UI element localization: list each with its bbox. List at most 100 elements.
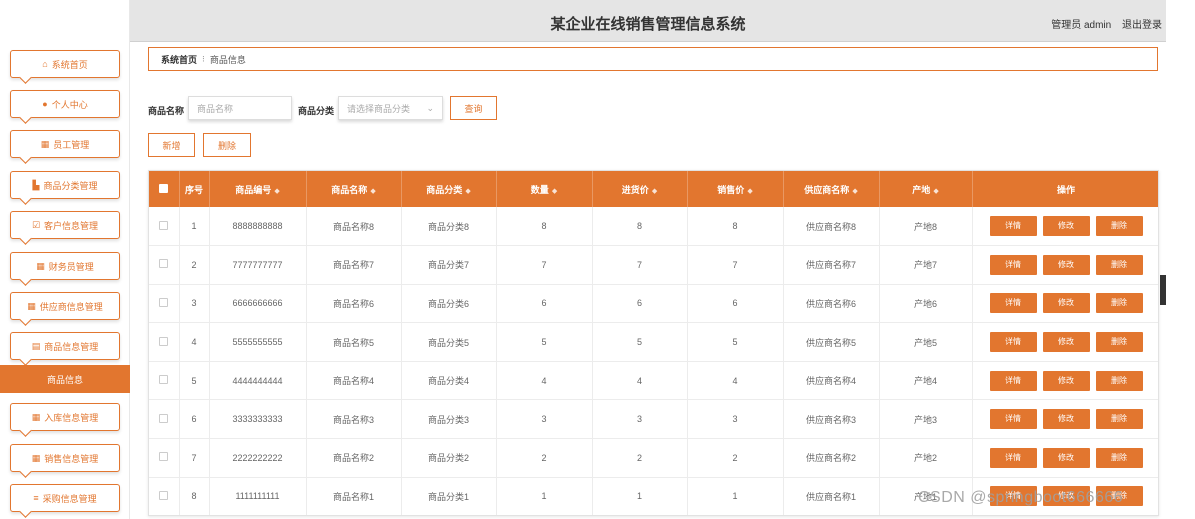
delete-button[interactable]: 删除 [1095, 254, 1143, 275]
sidebar-item-finance[interactable]: ▦ 财务员管理 [10, 252, 120, 280]
edit-button[interactable]: 修改 [1042, 332, 1090, 353]
table-cell: 3 [496, 399, 593, 439]
row-select-cell[interactable] [149, 361, 180, 400]
sidebar-item-employees[interactable]: ▦ 员工管理 [10, 130, 120, 158]
row-checkbox[interactable] [159, 490, 169, 500]
sidebar-item-home[interactable]: ⌂ 系统首页 [10, 50, 120, 78]
detail-button[interactable]: 详情 [989, 254, 1037, 275]
product-name-placeholder: 商品名称 [197, 103, 234, 114]
row-select-cell[interactable] [149, 322, 180, 362]
row-select-cell[interactable] [149, 399, 180, 439]
table-cell: 供应商名称1 [783, 477, 880, 515]
row-checkbox[interactable] [159, 297, 169, 307]
table-cell: 8888888888 [209, 207, 307, 246]
sidebar-item-suppliers[interactable]: ▦ 供应商信息管理 [10, 292, 120, 320]
header-select-all[interactable] [149, 171, 180, 207]
table-cell: 供应商名称5 [783, 322, 880, 362]
row-select-cell[interactable] [149, 284, 180, 323]
column-header[interactable]: 产地 ◆ [879, 171, 973, 207]
row-checkbox[interactable] [159, 220, 169, 230]
sort-icon: ◆ [370, 187, 376, 195]
detail-button[interactable]: 详情 [989, 293, 1037, 314]
delete-button[interactable]: 删除 [1095, 370, 1143, 391]
table-cell: 4 [179, 322, 210, 362]
table-cell: 3 [179, 284, 210, 323]
table-row: 3 6666666666 商品名称6 商品分类6 6 6 6 供应商名称6 产地6 详情 修改 删除 [149, 284, 1158, 323]
sidebar-item-inbound[interactable]: ▦ 入库信息管理 [10, 403, 120, 431]
delete-button[interactable]: 删除 [1095, 447, 1143, 468]
column-header[interactable]: 进货价 ◆ [592, 171, 688, 207]
detail-button[interactable]: 详情 [989, 370, 1037, 391]
delete-button[interactable]: 删除 [1095, 293, 1143, 314]
batch-delete-button-label: 删除 [217, 140, 236, 151]
sidebar-item-label: 财务员管理 [48, 261, 94, 272]
delete-button[interactable]: 删除 [1095, 216, 1143, 237]
detail-button[interactable]: 详情 [989, 332, 1037, 353]
column-header[interactable]: 商品名称 ◆ [306, 171, 402, 207]
breadcrumb-separator-icon: ⁝ [202, 53, 205, 64]
table-cell: 供应商名称4 [783, 361, 880, 400]
row-select-cell[interactable] [149, 438, 180, 478]
product-name-input[interactable]: 商品名称 [188, 96, 292, 120]
query-button-label: 查询 [464, 103, 483, 114]
table-cell: 产地7 [879, 245, 973, 285]
edit-button[interactable]: 修改 [1042, 293, 1090, 314]
column-header[interactable]: 销售价 ◆ [687, 171, 784, 207]
row-checkbox[interactable] [159, 375, 169, 385]
delete-button[interactable]: 删除 [1095, 409, 1143, 430]
row-checkbox[interactable] [159, 452, 169, 462]
edit-button[interactable]: 修改 [1042, 370, 1090, 391]
sidebar-item-categories[interactable]: ▙ 商品分类管理 [10, 171, 120, 199]
batch-delete-button[interactable]: 删除 [203, 133, 251, 157]
row-checkbox[interactable] [159, 413, 169, 423]
sidebar-item-label: 个人中心 [51, 99, 88, 110]
row-select-cell[interactable] [149, 245, 180, 285]
detail-button[interactable]: 详情 [989, 216, 1037, 237]
current-user: 管理员 admin [1051, 20, 1112, 31]
edit-button[interactable]: 修改 [1042, 254, 1090, 275]
detail-button[interactable]: 详情 [989, 409, 1037, 430]
edit-button[interactable]: 修改 [1042, 216, 1090, 237]
sidebar-subitem-product-info[interactable]: 商品信息 [0, 365, 130, 393]
sidebar-item-sales[interactable]: ▦ 销售信息管理 [10, 444, 120, 472]
table-cell: 6 [496, 284, 593, 323]
delete-button[interactable]: 删除 [1095, 332, 1143, 353]
product-category-select[interactable]: 请选择商品分类 ⌄ [338, 96, 443, 120]
column-header[interactable]: 商品编号 ◆ [209, 171, 307, 207]
row-checkbox[interactable] [159, 336, 169, 346]
chevron-down-icon: ⌄ [426, 103, 434, 113]
sidebar-item-label: 入库信息管理 [44, 412, 99, 423]
edit-button[interactable]: 修改 [1042, 409, 1090, 430]
table-cell: 5555555555 [209, 322, 307, 362]
sidebar-item-profile[interactable]: ● 个人中心 [10, 90, 120, 118]
sidebar-item-products[interactable]: ▤ 商品信息管理 [10, 332, 120, 360]
sort-icon: ◆ [747, 187, 753, 195]
edit-button[interactable]: 修改 [1042, 447, 1090, 468]
column-header[interactable]: 供应商名称 ◆ [783, 171, 880, 207]
row-select-cell[interactable] [149, 207, 180, 246]
breadcrumb-home[interactable]: 系统首页 [161, 53, 197, 66]
select-all-checkbox[interactable] [159, 183, 169, 193]
sidebar-item-purchases[interactable]: ≡ 采购信息管理 [10, 484, 120, 512]
detail-button[interactable]: 详情 [989, 447, 1037, 468]
row-checkbox[interactable] [159, 259, 169, 269]
logout-link[interactable]: 退出登录 [1122, 20, 1162, 31]
table-cell: 2 [592, 438, 688, 478]
table-cell: 5 [496, 322, 593, 362]
column-header[interactable]: 数量 ◆ [496, 171, 593, 207]
sidebar-item-customers[interactable]: ☑ 客户信息管理 [10, 211, 120, 239]
row-actions: 详情 修改 删除 [972, 438, 1158, 478]
query-button[interactable]: 查询 [450, 96, 497, 120]
table-cell: 7777777777 [209, 245, 307, 285]
table-cell: 供应商名称8 [783, 207, 880, 246]
side-handle[interactable] [1160, 275, 1166, 305]
table-cell: 6666666666 [209, 284, 307, 323]
add-button[interactable]: 新增 [148, 133, 195, 157]
column-header[interactable]: 商品分类 ◆ [401, 171, 497, 207]
table-cell: 2 [496, 438, 593, 478]
sidebar-item-label: 系统首页 [51, 59, 88, 70]
table-cell: 3 [687, 399, 784, 439]
sidebar-item-label: 商品分类管理 [43, 180, 98, 191]
row-select-cell[interactable] [149, 477, 180, 515]
table-cell: 1 [496, 477, 593, 515]
